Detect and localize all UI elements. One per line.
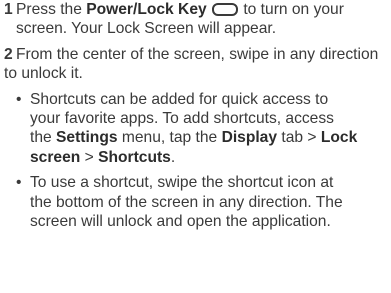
power-lock-key-label: Power/Lock Key: [86, 1, 207, 18]
instructions: 1 Press the Power/Lock Key to turn on yo…: [4, 0, 389, 237]
bullet-1-line-3: the Settings menu, tap the Display tab >…: [30, 128, 389, 147]
step-number: 1: [4, 1, 13, 18]
bullet-2-line-2: the bottom of the screen in any directio…: [30, 193, 343, 211]
bullet-marker: •: [16, 90, 22, 108]
bullet-text: >: [80, 148, 99, 166]
step-2-line-2: to unlock it.: [4, 65, 83, 83]
shortcuts-label: Shortcuts: [98, 148, 171, 166]
bullet-text: tab >: [277, 129, 321, 147]
bullet-text: .: [170, 148, 176, 166]
step-2: 2 From the center of the screen, swipe i…: [4, 45, 389, 64]
bullet-2-line-3: screen will unlock and open the applicat…: [30, 213, 331, 231]
lock-label: Lock: [320, 129, 358, 147]
screen-label: screen: [30, 148, 81, 166]
step-1: 1 Press the Power/Lock Key to turn on yo…: [4, 0, 389, 39]
step-text: to turn on your: [239, 1, 344, 18]
display-label: Display: [221, 129, 278, 147]
bullet-item-use-shortcut: • To use a shortcut, swipe the shortcut …: [16, 173, 389, 231]
bullet-item-shortcuts: • Shortcuts can be added for quick acces…: [16, 90, 389, 168]
bullet-2-line-1: To use a shortcut, swipe the shortcut ic…: [30, 174, 334, 192]
step-number: 2: [4, 45, 13, 63]
bullet-1-line-2: your favorite apps. To add shortcuts, ac…: [30, 110, 334, 128]
bullet-marker: •: [16, 174, 22, 192]
step-text: Press the: [16, 1, 87, 18]
bullet-text: the: [30, 129, 57, 147]
bullet-list: • Shortcuts can be added for quick acces…: [4, 90, 389, 232]
bullet-text: menu, tap the: [117, 129, 222, 147]
step-1-line-2: screen. Your Lock Screen will appear.: [16, 20, 277, 38]
bullet-1-line-4: screen > Shortcuts.: [30, 148, 389, 167]
power-lock-key-icon: [212, 3, 239, 16]
settings-label: Settings: [56, 129, 118, 147]
bullet-1-line-1: Shortcuts can be added for quick access …: [30, 90, 329, 108]
step-2-line-1: From the center of the screen, swipe in …: [16, 45, 379, 63]
step-1-line-1: Press the Power/Lock Key to turn on your: [16, 0, 389, 19]
